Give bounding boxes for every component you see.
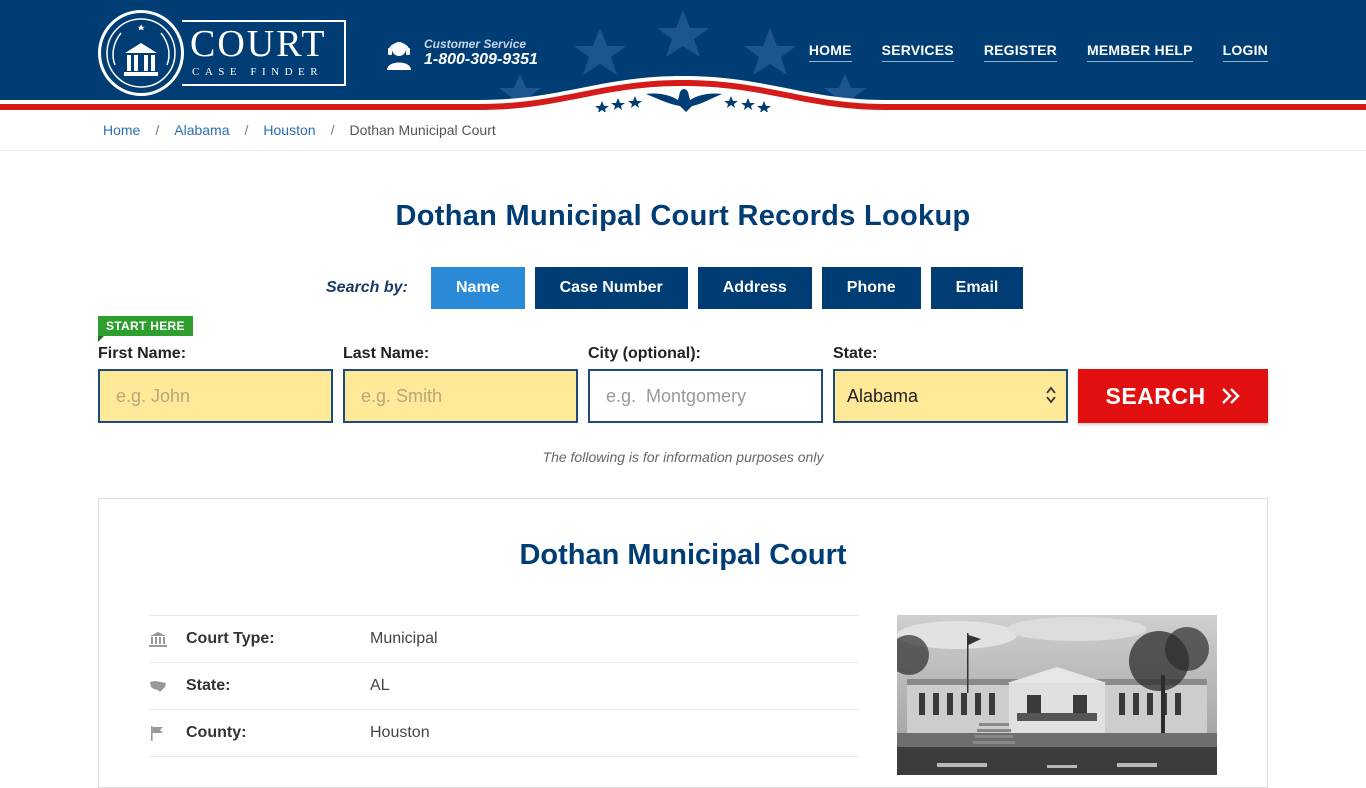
select-arrows-icon (1046, 386, 1056, 404)
main-nav: HOME SERVICES REGISTER MEMBER HELP LOGIN (808, 42, 1268, 62)
detail-row-court-type: Court Type: Municipal (149, 615, 859, 662)
breadcrumb-divider (0, 150, 1366, 151)
customer-service: Customer Service 1-800-309-9351 (386, 36, 556, 72)
logo-subtitle: CASE FINDER (192, 66, 324, 78)
search-tabs: Name Case Number Address Phone Email (431, 267, 1024, 309)
customer-service-phone[interactable]: 1-800-309-9351 (424, 51, 538, 69)
courthouse-logo-icon (106, 18, 176, 88)
first-name-input[interactable] (98, 369, 333, 423)
nav-services[interactable]: SERVICES (881, 42, 954, 62)
courthouse-photo (897, 615, 1217, 775)
detail-label: Court Type: (186, 630, 275, 647)
breadcrumb-separator: / (155, 122, 160, 138)
detail-label: County: (186, 724, 247, 741)
nav-login[interactable]: LOGIN (1222, 42, 1268, 62)
breadcrumb-current: Dothan Municipal Court (349, 122, 496, 138)
city-label: City (optional): (588, 345, 701, 362)
last-name-input[interactable] (343, 369, 578, 423)
breadcrumb: Home / Alabama / Houston / Dothan Munici… (103, 122, 496, 138)
tab-phone[interactable]: Phone (821, 267, 921, 309)
breadcrumb-home[interactable]: Home (103, 122, 140, 138)
page-title: Dothan Municipal Court Records Lookup (395, 200, 971, 232)
tab-name[interactable]: Name (431, 267, 525, 309)
court-photo (897, 615, 1217, 775)
court-details: Court Type: Municipal State: AL County: … (149, 615, 859, 757)
detail-value: Houston (370, 724, 430, 741)
nav-member-help[interactable]: MEMBER HELP (1087, 42, 1193, 62)
last-name-label: Last Name: (343, 345, 430, 362)
detail-row-state: State: AL (149, 662, 859, 709)
site-header: COURT CASE FINDER Customer Service 1-800… (0, 0, 1366, 112)
site-logo[interactable]: COURT CASE FINDER (98, 10, 348, 96)
breadcrumb-separator: / (330, 122, 335, 138)
flag-icon (151, 726, 163, 741)
detail-row-county: County: Houston (149, 709, 859, 756)
court-card: Dothan Municipal Court Court Type: Munic… (98, 498, 1268, 788)
us-map-icon (150, 681, 166, 692)
first-name-label: First Name: (98, 345, 187, 362)
double-chevron-right-icon (1221, 387, 1240, 404)
logo-emblem (98, 10, 184, 96)
search-button-label: SEARCH (1105, 382, 1206, 409)
detail-value: Municipal (370, 630, 438, 647)
logo-title: COURT (190, 23, 327, 65)
customer-service-label: Customer Service (424, 37, 527, 51)
search-button[interactable]: SEARCH (1078, 369, 1268, 423)
headset-icon (387, 42, 411, 70)
state-label: State: (833, 345, 878, 362)
search-by-label: Search by: (326, 279, 408, 296)
state-select-value: Alabama (847, 386, 919, 406)
courthouse-icon (149, 632, 167, 647)
breadcrumb-alabama[interactable]: Alabama (174, 122, 229, 138)
breadcrumb-separator: / (244, 122, 249, 138)
nav-register[interactable]: REGISTER (983, 42, 1057, 62)
breadcrumb-houston[interactable]: Houston (263, 122, 315, 138)
tab-email[interactable]: Email (930, 267, 1024, 309)
detail-label: State: (186, 677, 231, 694)
detail-row-divider (149, 756, 859, 757)
info-note: The following is for information purpose… (542, 449, 824, 465)
state-select[interactable]: Alabama (833, 369, 1068, 423)
start-here-badge: START HERE (98, 316, 193, 342)
detail-value: AL (370, 677, 390, 694)
nav-home[interactable]: HOME (808, 42, 852, 62)
court-title: Dothan Municipal Court (519, 539, 847, 571)
city-input[interactable] (588, 369, 823, 423)
tab-case-number[interactable]: Case Number (534, 267, 688, 309)
tab-address[interactable]: Address (697, 267, 812, 309)
